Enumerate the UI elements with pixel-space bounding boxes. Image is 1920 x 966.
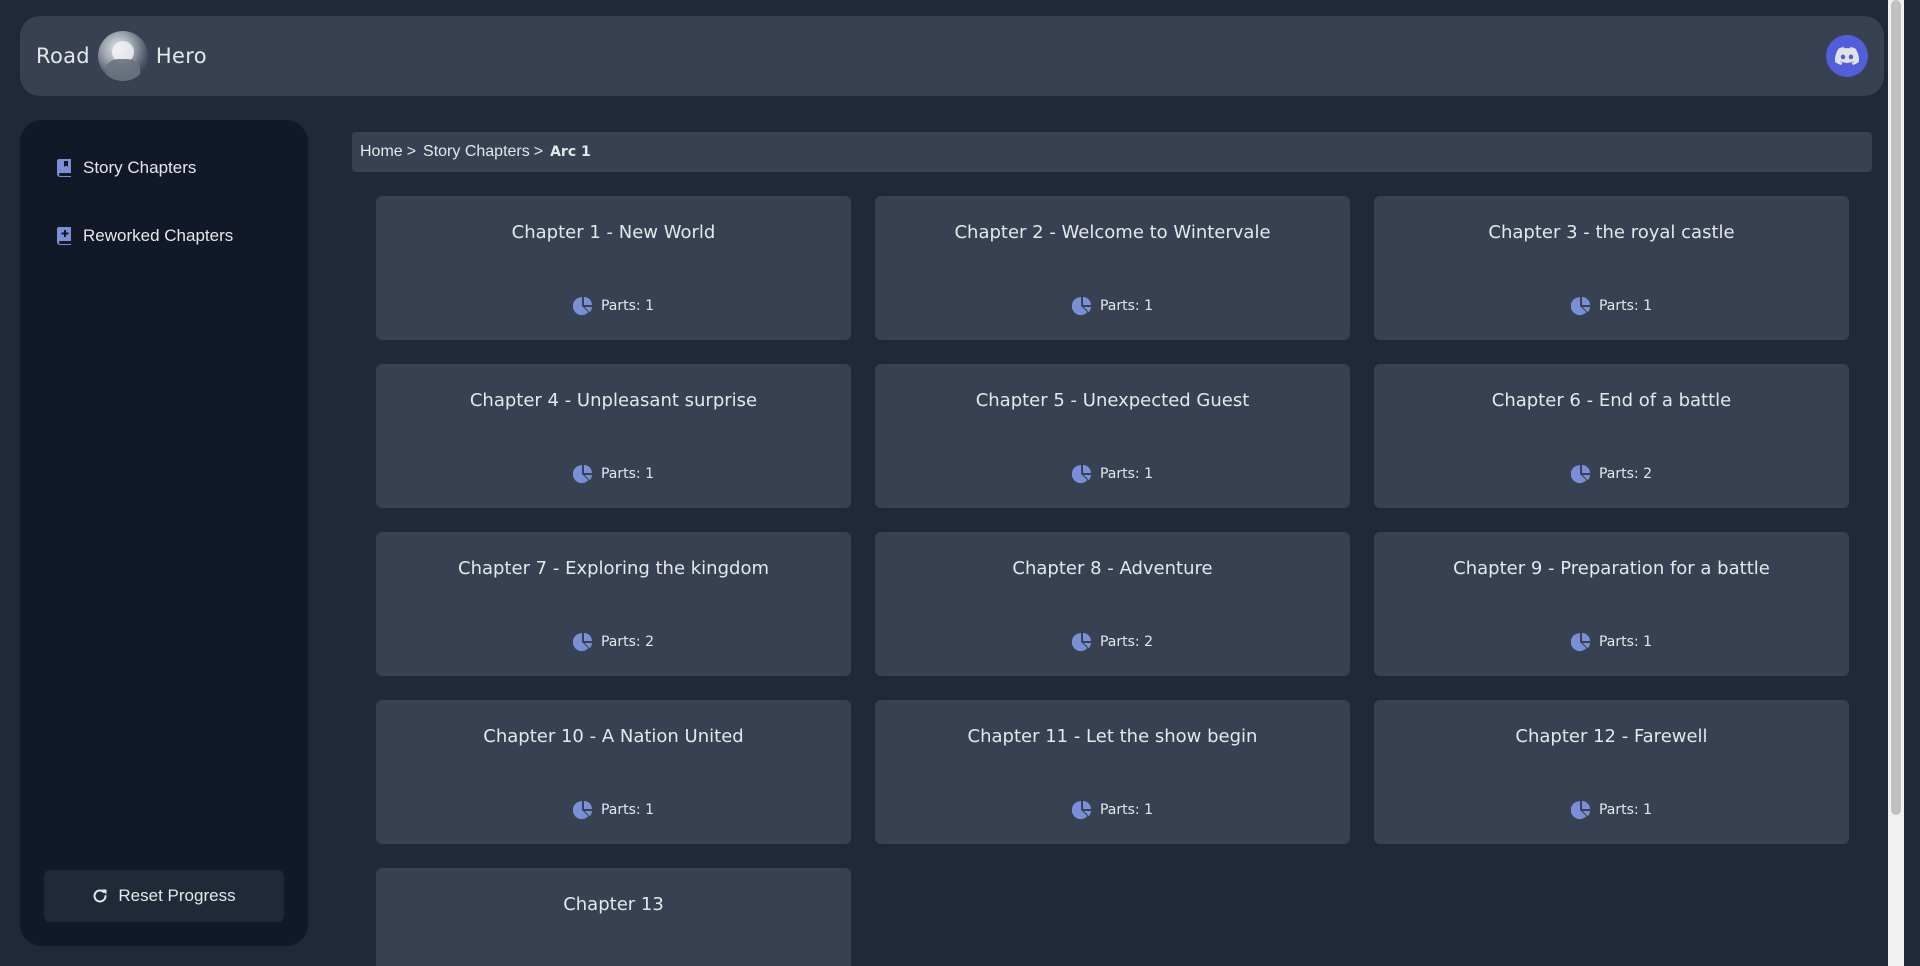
chapter-card[interactable]: Chapter 1 - New World Parts: 1 [376, 196, 851, 340]
chapter-card[interactable]: Chapter 10 - A Nation United Parts: 1 [376, 700, 851, 844]
chapter-parts: Parts: 1 [875, 296, 1350, 316]
breadcrumb-separator: > [533, 143, 544, 160]
chapter-parts: Parts: 1 [1374, 800, 1849, 820]
pie-chart-icon [1570, 297, 1590, 316]
chapter-card[interactable]: Chapter 2 - Welcome to Wintervale Parts:… [875, 196, 1350, 340]
parts-count: Parts: 1 [1598, 634, 1652, 650]
chapter-title: Chapter 5 - Unexpected Guest [975, 390, 1250, 411]
sidebar-item-reworked-chapters[interactable]: Reworked Chapters [20, 216, 308, 256]
chapter-parts: Parts: 1 [1374, 632, 1849, 652]
chapter-card[interactable]: Chapter 7 - Exploring the kingdom Parts:… [376, 532, 851, 676]
sidebar: Story Chapters Reworked Chapters Reset P… [20, 120, 308, 946]
book-plus-icon [57, 227, 71, 245]
breadcrumb: Home > Story Chapters > Arc 1 [352, 132, 1872, 172]
book-icon [57, 159, 71, 177]
parts-count: Parts: 1 [600, 298, 654, 314]
chapter-title: Chapter 2 - Welcome to Wintervale [954, 222, 1271, 243]
chapter-card[interactable]: Chapter 4 - Unpleasant surprise Parts: 1 [376, 364, 851, 508]
chapter-card[interactable]: Chapter 5 - Unexpected Guest Parts: 1 [875, 364, 1350, 508]
pie-chart-icon [1570, 465, 1590, 484]
parts-count: Parts: 1 [1099, 802, 1153, 818]
chapter-title: Chapter 13 [563, 894, 664, 915]
chapter-card[interactable]: Chapter 12 - Farewell Parts: 1 [1374, 700, 1849, 844]
discord-icon [1835, 47, 1859, 65]
chapter-card[interactable]: Chapter 13 [376, 868, 851, 966]
sidebar-item-label: Reworked Chapters [83, 226, 234, 245]
chapter-title: Chapter 1 - New World [511, 222, 716, 243]
reset-progress-label: Reset Progress [118, 886, 236, 905]
parts-count: Parts: 1 [600, 802, 654, 818]
chapter-title: Chapter 11 - Let the show begin [967, 726, 1258, 747]
brand-word-left: Road [36, 44, 90, 68]
chapter-title: Chapter 9 - Preparation for a battle [1453, 558, 1770, 579]
parts-count: Parts: 1 [1099, 298, 1153, 314]
pie-chart-icon [572, 633, 592, 652]
parts-count: Parts: 2 [600, 634, 654, 650]
parts-count: Parts: 2 [1598, 466, 1652, 482]
chapter-title: Chapter 3 - the royal castle [1488, 222, 1735, 243]
discord-button[interactable] [1826, 35, 1868, 77]
pie-chart-icon [1071, 465, 1091, 484]
chapter-parts: Parts: 1 [376, 464, 851, 484]
page-scrollbar[interactable] [1888, 0, 1904, 966]
pie-chart-icon [1071, 801, 1091, 820]
chapter-grid: Chapter 1 - New World Parts: 1 Chapter 2… [376, 196, 1850, 966]
chapter-parts: Parts: 1 [376, 296, 851, 316]
chapter-title: Chapter 8 - Adventure [1012, 558, 1213, 579]
reset-progress-button[interactable]: Reset Progress [44, 870, 284, 922]
chapter-card[interactable]: Chapter 11 - Let the show begin Parts: 1 [875, 700, 1350, 844]
chapter-card[interactable]: Chapter 3 - the royal castle Parts: 1 [1374, 196, 1849, 340]
scrollbar-thumb[interactable] [1891, 0, 1901, 815]
pie-chart-icon [572, 297, 592, 316]
sidebar-item-story-chapters[interactable]: Story Chapters [20, 148, 308, 188]
brand[interactable]: Road Hero [36, 31, 207, 81]
chapter-title: Chapter 12 - Farewell [1515, 726, 1708, 747]
page: Road Hero Story Chapters Reworked Chapte… [0, 0, 1904, 966]
pie-chart-icon [572, 465, 592, 484]
refresh-icon [93, 889, 107, 903]
breadcrumb-story-chapters[interactable]: Story Chapters [423, 143, 530, 161]
pie-chart-icon [1071, 633, 1091, 652]
pie-chart-icon [1570, 633, 1590, 652]
pie-chart-icon [1071, 297, 1091, 316]
chapter-parts: Parts: 2 [875, 632, 1350, 652]
chapter-parts: Parts: 1 [875, 800, 1350, 820]
parts-count: Parts: 1 [1099, 466, 1153, 482]
brand-word-right: Hero [155, 44, 207, 68]
top-navbar: Road Hero [20, 16, 1884, 96]
chapter-parts: Parts: 1 [376, 800, 851, 820]
chapter-card[interactable]: Chapter 8 - Adventure Parts: 2 [875, 532, 1350, 676]
pie-chart-icon [1570, 801, 1590, 820]
breadcrumb-home[interactable]: Home [360, 143, 403, 161]
chapter-parts: Parts: 1 [875, 464, 1350, 484]
chapter-parts: Parts: 1 [1374, 296, 1849, 316]
chapter-title: Chapter 4 - Unpleasant surprise [469, 390, 758, 411]
parts-count: Parts: 1 [600, 466, 654, 482]
chapter-title: Chapter 6 - End of a battle [1491, 390, 1732, 411]
parts-count: Parts: 2 [1099, 634, 1153, 650]
breadcrumb-current: Arc 1 [550, 144, 591, 160]
pie-chart-icon [572, 801, 592, 820]
brand-avatar [97, 31, 148, 81]
parts-count: Parts: 1 [1598, 802, 1652, 818]
chapter-card[interactable]: Chapter 6 - End of a battle Parts: 2 [1374, 364, 1849, 508]
chapter-title: Chapter 7 - Exploring the kingdom [458, 558, 769, 579]
parts-count: Parts: 1 [1598, 298, 1652, 314]
chapter-title: Chapter 10 - A Nation United [483, 726, 744, 747]
chapter-parts: Parts: 2 [1374, 464, 1849, 484]
breadcrumb-separator: > [406, 143, 417, 160]
chapter-card[interactable]: Chapter 9 - Preparation for a battle Par… [1374, 532, 1849, 676]
sidebar-item-label: Story Chapters [83, 158, 197, 177]
chapter-parts: Parts: 2 [376, 632, 851, 652]
